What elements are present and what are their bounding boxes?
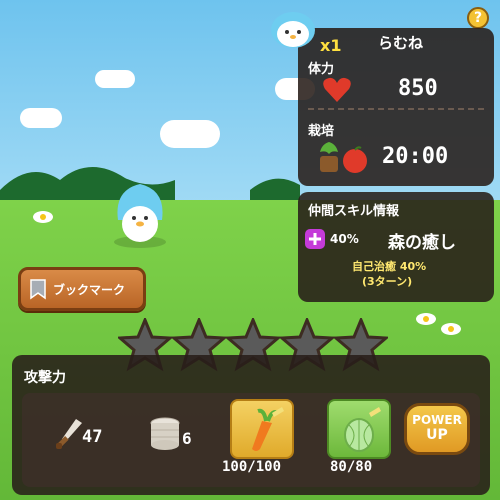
melon-icon bbox=[344, 407, 381, 452]
attack-label: 攻撃力 bbox=[24, 370, 66, 386]
divider bbox=[308, 108, 484, 110]
sword-icon bbox=[56, 419, 82, 449]
character-avatar-icon bbox=[271, 12, 315, 48]
status-panel: x1 らむね 体力 850 栽培 20:00 bbox=[271, 12, 494, 186]
character-name: らむね bbox=[378, 34, 424, 52]
multiplier: x1 bbox=[320, 36, 342, 55]
skill-chance: 40% bbox=[330, 232, 359, 246]
power-up-button[interactable]: POWER UP bbox=[404, 403, 470, 455]
apple-icon bbox=[343, 146, 367, 173]
cultivation-label: 栽培 bbox=[308, 124, 335, 139]
cloud bbox=[20, 108, 62, 128]
flower bbox=[416, 313, 436, 325]
flower bbox=[33, 211, 53, 223]
coins-icon bbox=[150, 417, 180, 450]
carrot-slot[interactable] bbox=[230, 399, 294, 459]
carrot-icon bbox=[252, 407, 284, 451]
help-button[interactable]: ? bbox=[467, 7, 489, 29]
skill-name: 森の癒し bbox=[388, 233, 456, 253]
hp-label: 体力 bbox=[308, 62, 335, 77]
hp-value: 850 bbox=[398, 76, 438, 101]
cloud bbox=[160, 120, 220, 148]
melon-slot[interactable] bbox=[327, 399, 391, 459]
bookmark-button[interactable]: ブックマーク bbox=[18, 267, 146, 311]
heal-plus-icon bbox=[305, 229, 325, 249]
melon-progress: 80/80 bbox=[330, 459, 373, 475]
flower bbox=[441, 323, 461, 335]
attack-value: 47 bbox=[82, 427, 103, 447]
bookmark-icon bbox=[30, 279, 46, 300]
power-up-label-1: POWER bbox=[412, 413, 462, 427]
character-sprite[interactable] bbox=[110, 180, 170, 250]
skill-header: 仲間スキル情報 bbox=[308, 204, 400, 219]
heart-icon bbox=[323, 77, 351, 102]
bookmark-label: ブックマーク bbox=[53, 282, 126, 297]
attack-panel: 攻撃力 47 6 100/100 80/80 POWER UP bbox=[12, 355, 490, 495]
power-up-label-2: UP bbox=[426, 427, 448, 443]
carrot-progress: 100/100 bbox=[222, 459, 282, 475]
cloud bbox=[95, 70, 135, 88]
cultivation-timer: 20:00 bbox=[382, 144, 449, 169]
skill-effect: 自己治癒 40% bbox=[352, 260, 427, 273]
coins-value: 6 bbox=[182, 429, 192, 448]
skill-panel: 仲間スキル情報 40% 森の癒し 自己治癒 40% (3ターン) bbox=[298, 192, 494, 302]
skill-duration: (3ターン) bbox=[362, 275, 413, 288]
